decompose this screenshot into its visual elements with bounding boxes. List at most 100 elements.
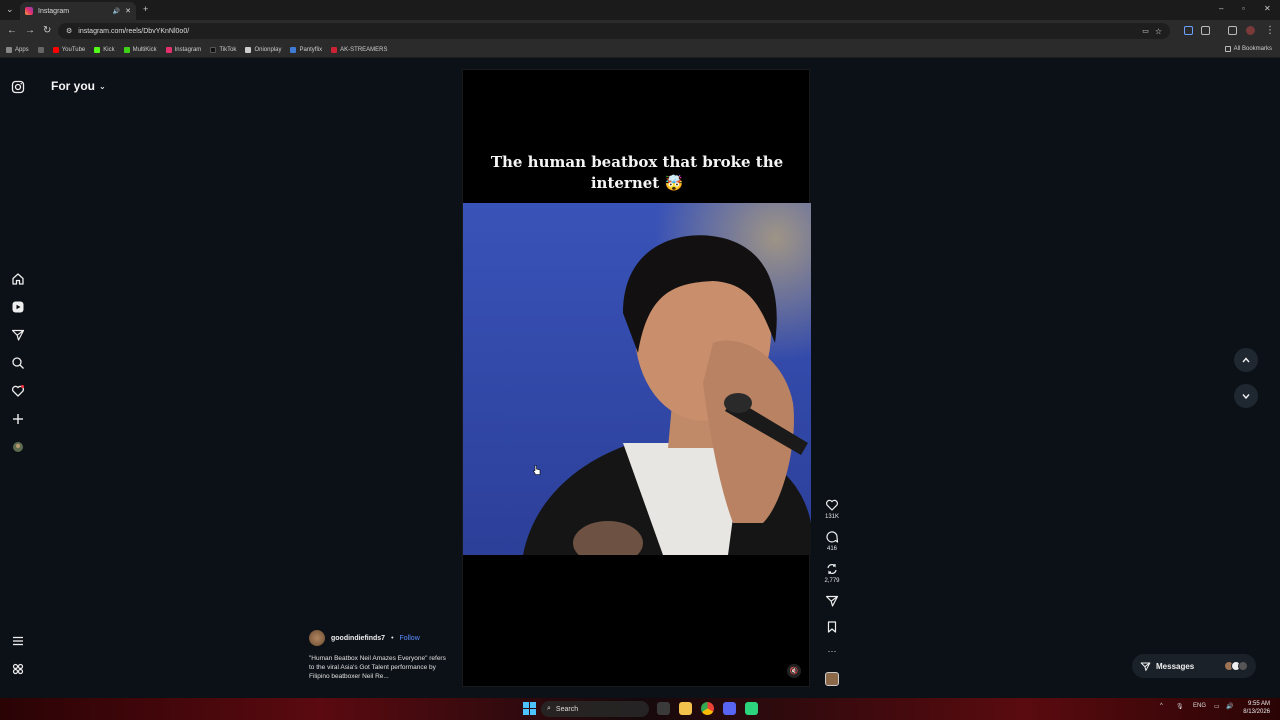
browser-toolbar: ← → ↻ ⚙ instagram.com/reels/DbvYKnNl0o0/… — [0, 20, 1280, 42]
bookmark-instagram[interactable]: Instagram — [165, 46, 201, 53]
previous-reel-button[interactable] — [1234, 348, 1258, 372]
chevron-up-icon — [1242, 357, 1250, 363]
like-button[interactable]: 131K — [822, 498, 842, 520]
app-icon[interactable] — [745, 702, 758, 715]
tray-chevron-icon[interactable]: ^ — [1160, 703, 1163, 709]
file-explorer-icon[interactable] — [679, 702, 692, 715]
heart-icon[interactable] — [11, 384, 25, 398]
new-tab-button[interactable]: + — [143, 4, 148, 14]
share-button[interactable] — [822, 594, 842, 610]
bookmark-tiktok[interactable]: TikTok — [210, 46, 236, 53]
messages-button[interactable]: Messages — [1132, 654, 1256, 678]
media-icon[interactable] — [1228, 26, 1237, 35]
apps-grid-icon — [6, 46, 12, 53]
next-reel-button[interactable] — [1234, 384, 1258, 408]
mute-toggle-icon[interactable]: 🔇 — [787, 664, 801, 678]
browser-menu-icon[interactable]: ⋮ — [1265, 25, 1275, 36]
video-frame-image — [463, 203, 811, 555]
profile-avatar-icon[interactable] — [1246, 26, 1255, 35]
bookmark-star-icon[interactable]: ☆ — [1155, 27, 1162, 36]
reel-author: goodindiefinds7 • Follow — [309, 630, 420, 646]
language-indicator[interactable]: ENG — [1193, 703, 1206, 709]
extension-icon[interactable] — [1184, 26, 1193, 35]
feed-selector[interactable]: For you ⌄ — [51, 79, 106, 93]
forward-button[interactable]: → — [25, 25, 35, 36]
discord-icon[interactable] — [723, 702, 736, 715]
ak-streamers-icon — [331, 46, 338, 53]
comment-icon — [826, 531, 839, 543]
bookmark-youtube[interactable]: YouTube — [52, 46, 85, 53]
bookmark-grid[interactable] — [37, 46, 44, 53]
comment-count: 416 — [826, 546, 837, 552]
direct-icon[interactable] — [11, 328, 25, 342]
share-icon — [825, 595, 839, 607]
bookmark-kick[interactable]: Kick — [94, 46, 115, 53]
bookmark-multikick[interactable]: MultiKick — [123, 46, 157, 53]
grid-icon — [37, 46, 44, 53]
instagram-bm-icon — [165, 46, 172, 53]
windows-taskbar: ⌕ Search ^ 🎙 ENG ▭ 🔊 9:55 AM 8/13/2026 — [0, 698, 1280, 720]
taskbar-search-label: Search — [555, 705, 579, 713]
reload-button[interactable]: ↻ — [43, 25, 51, 36]
reel-description[interactable]: "Human Beatbox Neil Amazes Everyone" ref… — [309, 654, 449, 681]
repost-button[interactable]: 2,779 — [822, 562, 842, 584]
taskbar-search[interactable]: ⌕ Search — [541, 701, 649, 717]
hand-cursor-icon — [533, 465, 541, 475]
author-name[interactable]: goodindiefinds7 — [331, 635, 385, 642]
follow-button[interactable]: Follow — [400, 635, 420, 642]
tab-search-icon[interactable]: ⌄ — [6, 4, 14, 15]
tab-instagram[interactable]: Instagram 🔊 ✕ — [20, 2, 136, 20]
profile-icon[interactable] — [11, 440, 25, 454]
windows-start-icon[interactable] — [523, 702, 536, 715]
url-text: instagram.com/reels/DbvYKnNl0o0/ — [78, 27, 190, 35]
chevron-down-icon — [1242, 394, 1250, 400]
volume-icon[interactable]: 🔊 — [1226, 703, 1233, 710]
all-bookmarks[interactable]: All Bookmarks — [1224, 46, 1272, 52]
instagram-page: For you ⌄ The human beatbox that broke t… — [0, 58, 1280, 698]
task-view-icon[interactable] — [657, 702, 670, 715]
network-icon[interactable]: ▭ — [1214, 703, 1220, 710]
tiktok-icon — [210, 46, 217, 53]
microphone-icon[interactable]: 🎙 — [1176, 703, 1184, 710]
tab-audio-icon[interactable]: 🔊 — [113, 8, 120, 15]
reel-player[interactable]: The human beatbox that broke the interne… — [462, 69, 811, 687]
extensions-puzzle-icon[interactable] — [1201, 26, 1210, 35]
instagram-icon[interactable] — [11, 80, 25, 94]
save-button[interactable] — [822, 620, 842, 636]
close-window-button[interactable]: ✕ — [1264, 4, 1271, 13]
tab-close-icon[interactable]: ✕ — [125, 7, 131, 15]
chrome-icon[interactable] — [701, 702, 714, 715]
back-button[interactable]: ← — [7, 25, 17, 36]
menu-icon[interactable] — [11, 634, 25, 648]
author-avatar[interactable] — [309, 630, 325, 646]
reels-icon[interactable] — [11, 300, 25, 314]
bookmark-ak-streamers[interactable]: AK-STREAMERS — [331, 46, 388, 53]
bookmarks-bar: Apps YouTube Kick MultiKick Instagram Ti… — [0, 42, 1280, 58]
messages-label: Messages — [1156, 661, 1195, 671]
video-frame[interactable] — [463, 203, 811, 555]
restore-button[interactable]: ▫ — [1242, 4, 1245, 13]
comment-button[interactable]: 416 — [822, 530, 842, 552]
youtube-icon — [52, 46, 59, 53]
install-icon[interactable]: ▭ — [1142, 27, 1149, 35]
video-overlay-caption: The human beatbox that broke the interne… — [490, 153, 784, 192]
audio-avatar-icon[interactable] — [825, 672, 839, 686]
system-clock[interactable]: 9:55 AM 8/13/2026 — [1243, 700, 1270, 716]
taskbar-search-icon: ⌕ — [547, 705, 551, 712]
instagram-favicon-icon — [25, 7, 33, 15]
more-options-button[interactable]: ··· — [822, 646, 842, 656]
search-icon[interactable] — [11, 356, 25, 370]
bookmark-onionplay[interactable]: Onionplay — [245, 46, 281, 53]
threads-icon[interactable] — [11, 662, 25, 676]
site-info-icon[interactable]: ⚙ — [66, 27, 72, 35]
home-icon[interactable] — [11, 272, 25, 286]
clock-date: 8/13/2026 — [1243, 709, 1270, 715]
bookmark-apps[interactable]: Apps — [6, 46, 29, 53]
address-bar[interactable]: ⚙ instagram.com/reels/DbvYKnNl0o0/ ▭ ☆ — [58, 23, 1170, 39]
bookmark-pantyflix[interactable]: Pantyflix — [290, 46, 322, 53]
repost-count: 2,779 — [824, 578, 840, 584]
tab-title: Instagram — [38, 7, 70, 15]
minimize-button[interactable]: – — [1219, 4, 1223, 13]
author-separator: • — [391, 634, 394, 642]
plus-icon[interactable] — [11, 412, 25, 426]
